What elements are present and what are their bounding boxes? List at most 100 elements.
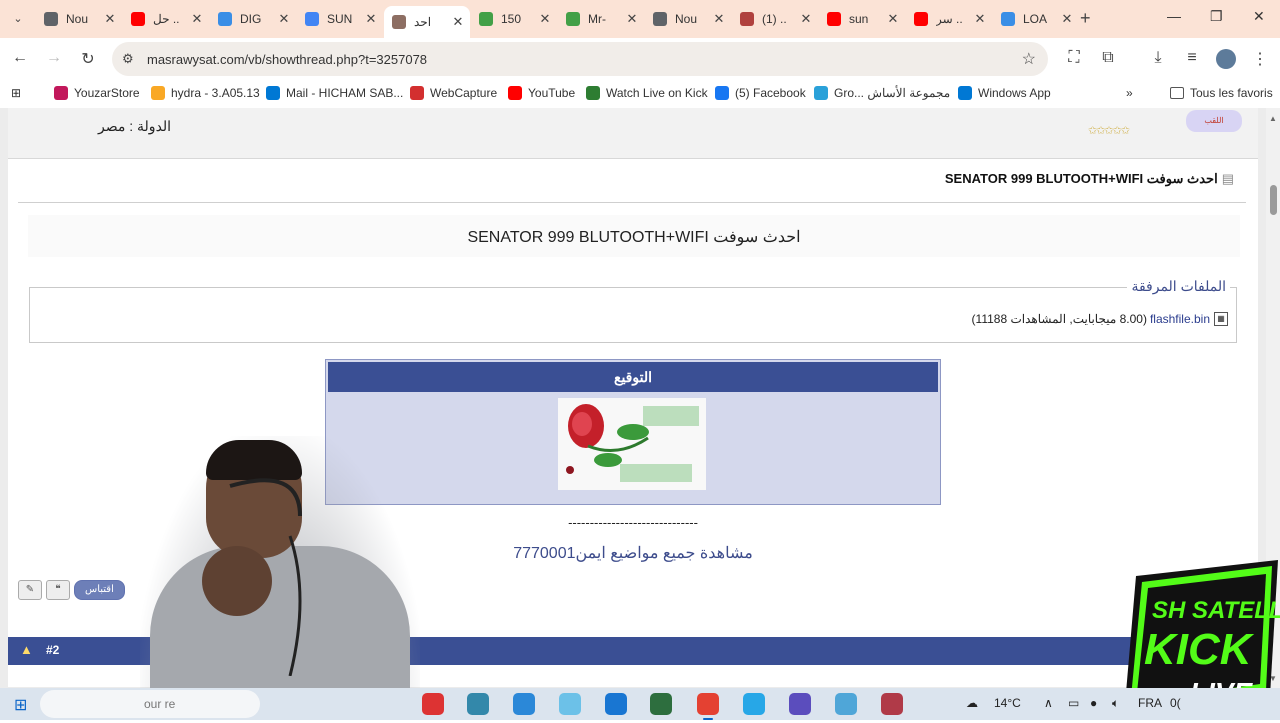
keyboard-language[interactable]: FRA <box>1138 696 1162 710</box>
bookmark-item[interactable]: YouzarStore <box>54 86 140 100</box>
winrar-icon[interactable] <box>881 693 903 715</box>
bookmark-item[interactable]: Gro... مجموعة الأساش <box>814 86 950 100</box>
tab-favicon-icon <box>827 12 841 26</box>
downloads-icon[interactable]: ⤓ <box>1148 49 1168 67</box>
attachment-link[interactable]: flashfile.bin <box>1150 312 1210 326</box>
app-icon-media[interactable] <box>422 693 444 715</box>
tab-title: SUN <box>327 12 353 26</box>
browser-tab[interactable]: SUN ✕ <box>297 6 383 32</box>
tab-strip: ⌄ Nou ✕ حل .. ✕ DIG ✕ SUN ✕ احد ✕ 150 ✕ Mr- ✕ Nou ✕ (1) … <box>0 0 1280 38</box>
tab-close-icon[interactable]: ✕ <box>887 11 899 27</box>
reload-icon[interactable]: ↻ <box>78 49 98 69</box>
bookmark-star-icon[interactable]: ☆ <box>1022 49 1036 69</box>
weather-temp[interactable]: 14°C <box>994 696 1021 710</box>
close-window-icon[interactable]: ✕ <box>1253 8 1265 25</box>
quote-button[interactable]: اقتباس <box>74 580 125 600</box>
tab-close-icon[interactable]: ✕ <box>1061 11 1073 27</box>
app-icon-files[interactable] <box>513 693 535 715</box>
browser-tab[interactable]: سر .. ✕ <box>906 6 992 32</box>
taskbar-search[interactable]: our re <box>40 690 260 718</box>
message-text: احدث سوفت SENATOR 999 BLUTOOTH+WIFI <box>467 229 801 246</box>
app-icon-network[interactable] <box>559 693 581 715</box>
tab-close-icon[interactable]: ✕ <box>800 11 812 27</box>
tab-search-dropdown-icon[interactable]: ⌄ <box>8 9 28 29</box>
tab-close-icon[interactable]: ✕ <box>452 14 464 30</box>
browser-tab[interactable]: حل .. ✕ <box>123 6 209 32</box>
tab-close-icon[interactable]: ✕ <box>278 11 290 27</box>
divider <box>18 202 1246 203</box>
bookmark-item[interactable]: (5) Facebook <box>715 86 806 100</box>
windows-start-icon[interactable]: ⊞ <box>14 695 27 715</box>
extensions-puzzle-icon[interactable]: ⧉ <box>1098 49 1118 67</box>
app-icon-satellite[interactable] <box>789 693 811 715</box>
all-bookmarks-button[interactable]: Tous les favoris <box>1170 86 1273 100</box>
tab-favicon-icon <box>44 12 58 26</box>
scrollbar-thumb[interactable] <box>1270 185 1277 215</box>
rating-stars: ✩✩✩✩✩ <box>1088 125 1130 137</box>
apps-grid-icon[interactable]: ⊞ <box>11 86 21 100</box>
app-icon-window[interactable] <box>650 693 672 715</box>
browser-tab[interactable]: احد ✕ <box>384 6 470 38</box>
tab-close-icon[interactable]: ✕ <box>713 11 725 27</box>
tray-chevron-icon[interactable]: ∧ <box>1044 696 1053 710</box>
extension-icon[interactable]: ⛶ <box>1064 49 1084 67</box>
bookmarks-overflow-button[interactable]: » <box>1126 86 1133 100</box>
profile-avatar[interactable] <box>1216 49 1236 69</box>
multi-quote-icon[interactable]: ❝ <box>46 580 70 600</box>
bookmark-item[interactable]: YouTube <box>508 86 575 100</box>
browser-tab[interactable]: Mr- ✕ <box>558 6 644 32</box>
bookmark-favicon-icon <box>814 86 828 100</box>
clock[interactable]: 0( <box>1170 696 1181 710</box>
bookmark-item[interactable]: hydra - 3.A05.13 <box>151 86 260 100</box>
url-text[interactable]: masrawysat.com/vb/showthread.php?t=32570… <box>147 52 427 67</box>
chrome-icon[interactable] <box>697 693 719 720</box>
bookmark-item[interactable]: WebCapture <box>410 86 497 100</box>
scroll-up-icon[interactable]: ▲ <box>1269 114 1277 123</box>
restore-icon[interactable]: ❐ <box>1210 8 1223 25</box>
telegram-icon[interactable] <box>743 693 765 715</box>
tab-close-icon[interactable]: ✕ <box>539 11 551 27</box>
browser-tab[interactable]: DIG ✕ <box>210 6 296 32</box>
app-icon-tool[interactable] <box>467 693 489 715</box>
bookmark-favicon-icon <box>586 86 600 100</box>
volume-icon[interactable]: 🔈︎ <box>1112 696 1119 711</box>
bookmark-item[interactable]: Windows App <box>958 86 1051 100</box>
network-icon[interactable]: ▭ <box>1068 696 1079 710</box>
calculator-icon[interactable] <box>605 693 627 715</box>
mic-icon[interactable]: ● <box>1090 696 1097 710</box>
address-bar[interactable]: ⚙ masrawysat.com/vb/showthread.php?t=325… <box>112 42 1048 76</box>
site-info-icon[interactable]: ⚙ <box>122 51 134 67</box>
tab-favicon-icon <box>1001 12 1015 26</box>
browser-tab[interactable]: sun ✕ <box>819 6 905 32</box>
minimize-icon[interactable]: — <box>1167 8 1181 24</box>
bookmark-label: YouzarStore <box>74 86 140 100</box>
post-number[interactable]: #2 <box>46 643 59 657</box>
browser-tab[interactable]: (1) .. ✕ <box>732 6 818 32</box>
bookmark-item[interactable]: Watch Live on Kick <box>586 86 708 100</box>
browser-tab[interactable]: 150 ✕ <box>471 6 557 32</box>
browser-tab[interactable]: Nou ✕ <box>645 6 731 32</box>
forward-icon[interactable]: → <box>44 49 64 67</box>
tab-close-icon[interactable]: ✕ <box>974 11 986 27</box>
browser-tab[interactable]: Nou ✕ <box>36 6 122 32</box>
back-icon[interactable]: ← <box>10 49 30 67</box>
new-tab-button[interactable]: + <box>1080 8 1091 29</box>
menu-icon[interactable]: ⋮ <box>1250 49 1270 69</box>
post-actions: ✎ ❝ اقتباس <box>18 580 125 600</box>
tab-close-icon[interactable]: ✕ <box>626 11 638 27</box>
bookmark-label: Mail - HICHAM SAB... <box>286 86 404 100</box>
tab-close-icon[interactable]: ✕ <box>104 11 116 27</box>
bookmark-favicon-icon <box>266 86 280 100</box>
edit-icon[interactable]: ✎ <box>18 580 42 600</box>
tab-title: Nou <box>66 12 89 26</box>
media-control-icon[interactable]: ≡ <box>1182 49 1202 67</box>
bookmark-item[interactable]: Mail - HICHAM SAB... <box>266 86 403 100</box>
file-icon: ▦ <box>1214 312 1228 326</box>
tab-close-icon[interactable]: ✕ <box>191 11 203 27</box>
weather-icon[interactable]: ☁ <box>966 696 978 710</box>
tab-close-icon[interactable]: ✕ <box>365 11 377 27</box>
app-icon-doc[interactable] <box>835 693 857 715</box>
browser-tab[interactable]: LOA ✕ <box>993 6 1079 32</box>
logo-line2: KICK <box>1144 625 1255 674</box>
report-icon[interactable]: ▲ <box>20 642 33 657</box>
